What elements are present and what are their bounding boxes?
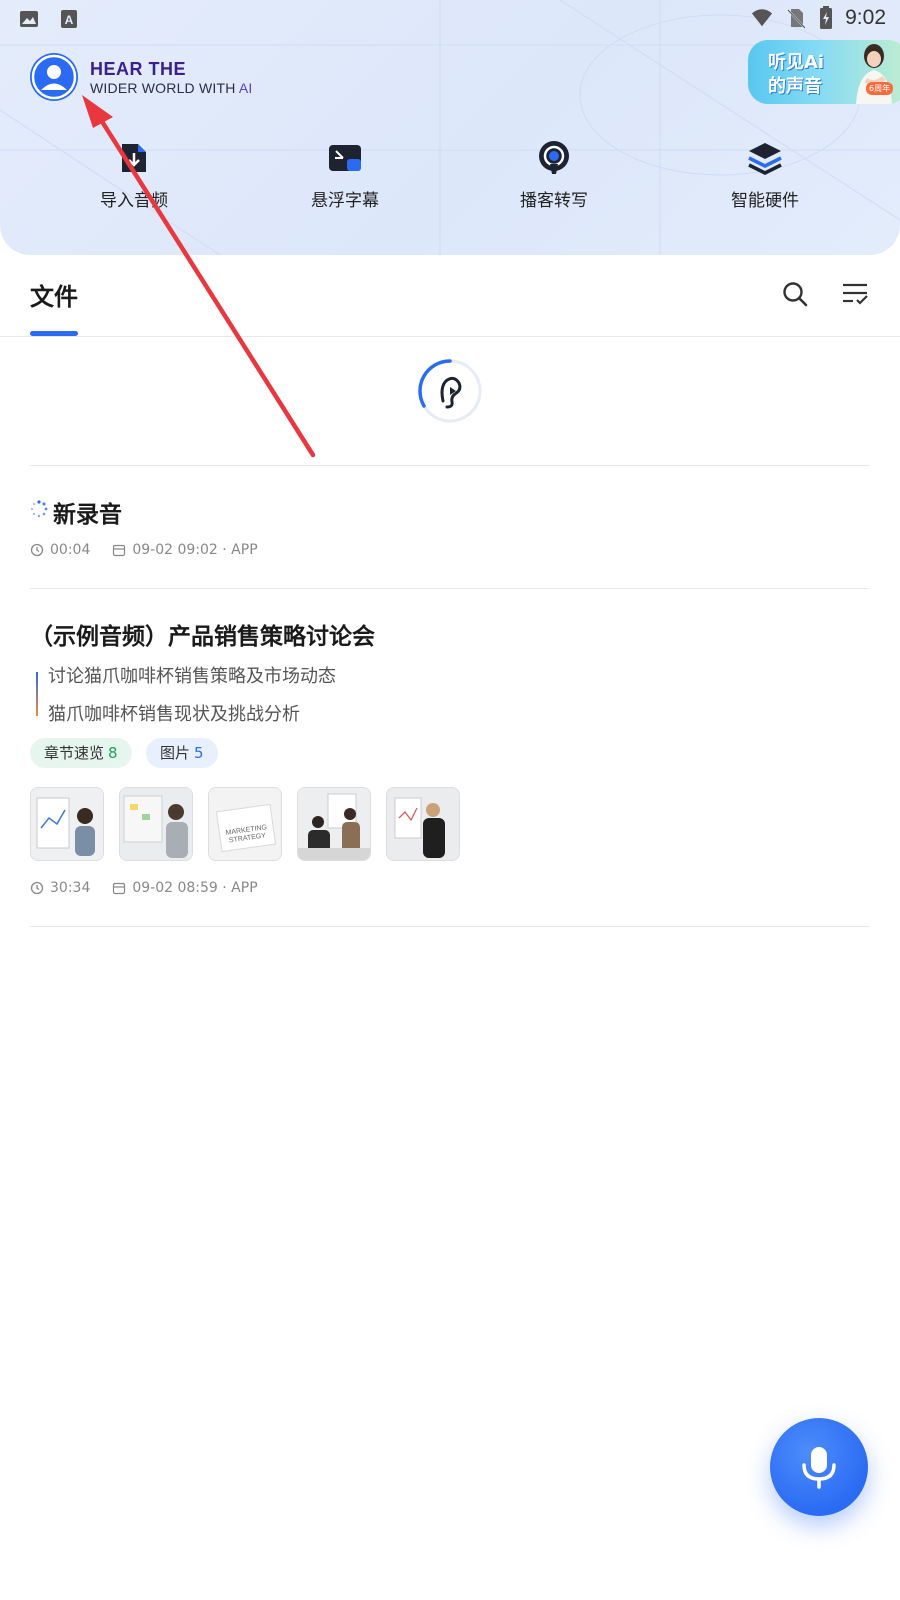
list-divider: [30, 926, 870, 927]
item-meta: 30:34 09-02 08:59 · APP: [30, 880, 258, 896]
tab-active-indicator: [30, 331, 78, 336]
tag-label: 章节速览: [44, 744, 105, 762]
image-thumbnail[interactable]: MARKETING STRATEGY: [208, 787, 282, 861]
brand-line-2: WIDER WORLD WITH AI: [90, 81, 252, 95]
status-time: 9:02: [845, 6, 886, 29]
promo-text-line-1: 听见Ai: [768, 52, 825, 73]
action-floating-subtitle[interactable]: 悬浮字幕: [275, 140, 415, 211]
summary-line: 讨论猫爪咖啡杯销售策略及市场动态: [48, 666, 336, 687]
image-notification-icon: [20, 11, 38, 27]
microphone-icon: [802, 1447, 836, 1489]
smart-hardware-icon: [748, 143, 782, 175]
tab-files[interactable]: 文件: [30, 277, 78, 312]
item-meta: 00:04 09-02 09:02 · APP: [30, 542, 258, 558]
tag-count: 8: [108, 744, 118, 762]
promo-badge: 6周年: [866, 82, 894, 95]
summary-line: 猫爪咖啡杯销售现状及挑战分析: [48, 704, 300, 725]
item-duration: 30:34: [50, 880, 91, 896]
image-thumbnail[interactable]: [386, 787, 460, 861]
tag-label: 图片: [160, 744, 191, 762]
user-icon: [31, 54, 77, 100]
action-label: 导入音频: [100, 191, 168, 211]
item-date: 09-02 08:59 · APP: [132, 880, 258, 896]
list-divider: [30, 588, 870, 589]
promo-banner[interactable]: 听见Ai 的声音 6周年: [748, 40, 900, 104]
image-thumbnail[interactable]: [119, 787, 193, 861]
record-button[interactable]: [770, 1418, 868, 1516]
status-bar: A 9:02: [0, 0, 900, 36]
tag-count: 5: [194, 744, 204, 762]
action-import-audio[interactable]: 导入音频: [64, 140, 204, 211]
recording-spinner-icon: [30, 500, 48, 518]
tab-bar: 文件: [0, 255, 900, 337]
image-thumbnail[interactable]: [297, 787, 371, 861]
promo-text-line-2: 的声音: [768, 76, 822, 97]
clock-icon: [30, 543, 44, 557]
calendar-icon: [113, 544, 126, 557]
svg-text:A: A: [65, 13, 74, 27]
battery-charging-icon: [820, 6, 833, 29]
item-date: 09-02 09:02 · APP: [132, 542, 258, 558]
action-podcast-transcribe[interactable]: 播客转写: [484, 140, 624, 211]
item-title: （示例音频）产品销售策略讨论会: [30, 624, 375, 650]
brand-line-1: HEAR THE: [90, 59, 187, 79]
action-smart-hardware[interactable]: 智能硬件: [695, 140, 835, 211]
search-icon[interactable]: [780, 279, 810, 309]
calendar-icon: [113, 882, 126, 895]
tag-chapters[interactable]: 章节速览 8: [30, 738, 132, 768]
wifi-icon: [752, 9, 773, 27]
list-divider: [30, 465, 870, 466]
meeting-photo-thumbnail: [298, 788, 370, 860]
podcast-transcribe-icon: [539, 141, 569, 174]
loading-ear-icon: [418, 359, 482, 423]
tag-images[interactable]: 图片 5: [146, 738, 218, 768]
meeting-photo-thumbnail: [31, 788, 103, 860]
floating-subtitle-icon: [329, 145, 361, 171]
no-sim-icon: [787, 9, 806, 29]
action-label: 播客转写: [520, 191, 588, 211]
sort-filter-icon[interactable]: [840, 279, 870, 309]
brand-ai-text: AI: [238, 80, 253, 96]
quick-actions: 导入音频 悬浮字幕 播客转写 智能硬件: [0, 140, 900, 220]
item-duration: 00:04: [50, 542, 91, 558]
font-notification-icon: A: [61, 10, 77, 28]
action-label: 悬浮字幕: [311, 191, 379, 211]
clock-icon: [30, 881, 44, 895]
meeting-photo-thumbnail: [120, 788, 192, 860]
item-title: 新录音: [53, 502, 122, 528]
action-label: 智能硬件: [731, 191, 799, 211]
brand-line-2-text: WIDER WORLD WITH: [90, 80, 239, 96]
image-thumbnail[interactable]: [30, 787, 104, 861]
brand-slogan: HEAR THE WIDER WORLD WITH AI: [90, 60, 252, 95]
strategy-doc-thumbnail: MARKETING STRATEGY: [209, 788, 281, 860]
user-avatar[interactable]: [30, 53, 78, 101]
import-audio-icon: [122, 144, 146, 172]
meeting-photo-thumbnail: [387, 788, 459, 860]
summary-timeline: [36, 672, 38, 716]
